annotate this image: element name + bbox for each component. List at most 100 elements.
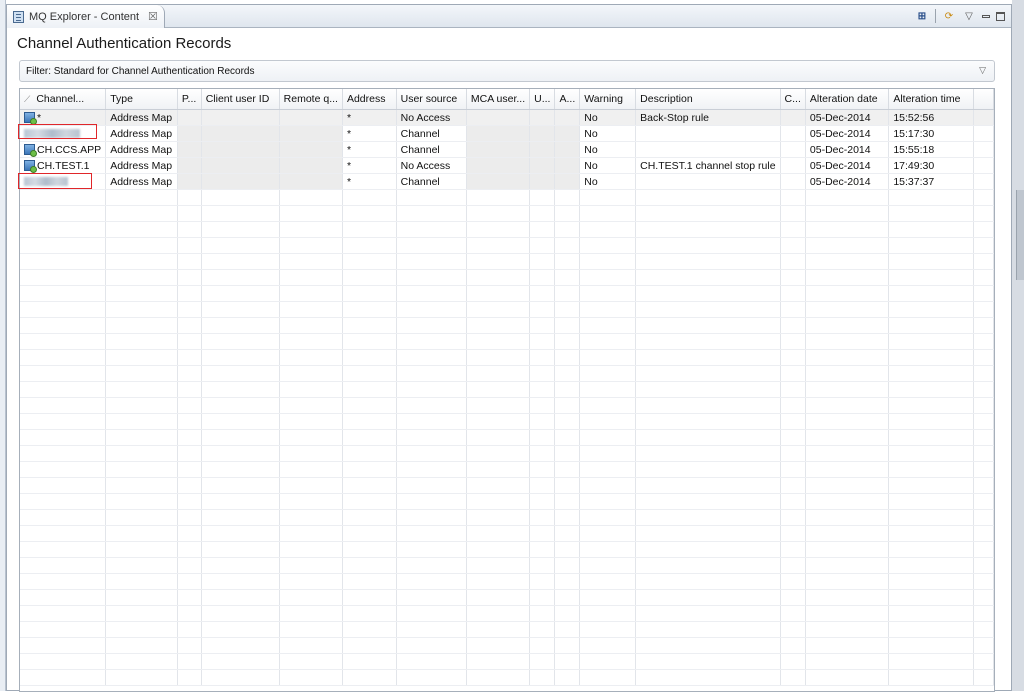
table-cell bbox=[579, 573, 637, 590]
close-tab-icon[interactable]: ☒ bbox=[148, 10, 158, 23]
table-cell bbox=[466, 381, 531, 398]
table-cell bbox=[342, 477, 397, 494]
column-header[interactable]: A... bbox=[554, 89, 581, 110]
column-header[interactable]: P... bbox=[177, 89, 202, 110]
table-cell bbox=[201, 525, 280, 542]
table-cell bbox=[973, 269, 994, 286]
chevron-down-icon[interactable]: ▽ bbox=[979, 65, 986, 76]
table-row bbox=[20, 253, 994, 270]
table-cell bbox=[201, 461, 280, 478]
table-cell bbox=[554, 461, 581, 478]
table-cell bbox=[973, 445, 994, 462]
column-header[interactable]: U... bbox=[529, 89, 556, 110]
view-menu-icon[interactable]: ▽ bbox=[962, 10, 976, 23]
table-row[interactable]: Address Map * Channel No 05-Dec-2014 15:37:37 bbox=[20, 173, 994, 190]
table-cell bbox=[529, 205, 556, 222]
table-cell bbox=[780, 253, 806, 270]
table-cell bbox=[554, 637, 581, 654]
table-cell: No bbox=[579, 141, 637, 158]
column-header[interactable]: ⟋ Channel... bbox=[20, 89, 107, 110]
table-row[interactable]: CH.TEST.1 Address Map * No Access No CH.TEST.… bbox=[20, 157, 994, 174]
table-cell bbox=[20, 669, 107, 686]
table-cell bbox=[20, 573, 107, 590]
table-cell bbox=[466, 349, 531, 366]
refresh-icon[interactable]: ⟳ bbox=[942, 10, 956, 23]
table-cell bbox=[805, 653, 890, 670]
table-cell bbox=[466, 509, 531, 526]
table-cell bbox=[554, 397, 581, 414]
column-header[interactable]: Type bbox=[105, 89, 178, 110]
column-header[interactable]: Address bbox=[342, 89, 397, 110]
column-header[interactable]: C... bbox=[780, 89, 806, 110]
table-cell bbox=[973, 157, 994, 174]
table-cell bbox=[177, 221, 202, 238]
column-config-icon[interactable]: ⊞ bbox=[915, 10, 929, 23]
table-cell bbox=[466, 333, 531, 350]
table-cell bbox=[888, 205, 975, 222]
table-row bbox=[20, 189, 994, 206]
table-row bbox=[20, 557, 994, 574]
column-header[interactable]: Remote q... bbox=[279, 89, 343, 110]
table-cell bbox=[279, 141, 343, 158]
table-cell bbox=[888, 445, 975, 462]
column-header[interactable]: Client user ID bbox=[201, 89, 280, 110]
table-cell: 05-Dec-2014 bbox=[805, 157, 890, 174]
table-cell bbox=[579, 317, 637, 334]
table-cell bbox=[342, 461, 397, 478]
table-cell bbox=[888, 525, 975, 542]
maximize-icon[interactable] bbox=[996, 11, 1005, 21]
table-cell bbox=[20, 365, 107, 382]
table-cell bbox=[342, 493, 397, 510]
column-header[interactable]: User source bbox=[396, 89, 467, 110]
table-cell bbox=[279, 429, 343, 446]
table-row[interactable]: CH.CCS.APP Address Map * Channel No 05-Dec-20… bbox=[20, 141, 994, 158]
content-view-icon bbox=[13, 10, 24, 23]
column-header[interactable]: Warning bbox=[579, 89, 637, 110]
table-cell bbox=[805, 301, 890, 318]
column-filler bbox=[973, 89, 994, 110]
table-cell bbox=[554, 413, 581, 430]
table-row[interactable]: * Address Map * No Access No Back-Stop rule 05… bbox=[20, 109, 994, 126]
column-header[interactable]: MCA user... bbox=[466, 89, 531, 110]
table-cell bbox=[579, 621, 637, 638]
filter-label: Filter: Standard for Channel Authenticat… bbox=[26, 65, 255, 77]
table-row bbox=[20, 237, 994, 254]
table-cell bbox=[529, 173, 556, 190]
table-cell bbox=[201, 205, 280, 222]
table-cell bbox=[973, 413, 994, 430]
minimize-icon[interactable] bbox=[982, 14, 990, 18]
table-cell bbox=[177, 381, 202, 398]
table-cell bbox=[635, 141, 781, 158]
table-cell bbox=[466, 125, 531, 142]
filter-selector[interactable]: Filter: Standard for Channel Authenticat… bbox=[19, 60, 995, 82]
table-cell bbox=[105, 653, 178, 670]
table-cell bbox=[201, 573, 280, 590]
column-header[interactable]: Alteration time bbox=[888, 89, 975, 110]
table-cell bbox=[635, 189, 781, 206]
tab-mq-explorer-content[interactable]: MQ Explorer - Content ☒ bbox=[7, 5, 165, 28]
table-cell bbox=[780, 557, 806, 574]
table-cell bbox=[554, 141, 581, 158]
table-cell bbox=[105, 381, 178, 398]
table-cell bbox=[780, 669, 806, 686]
table-cell bbox=[780, 541, 806, 558]
column-header[interactable]: Alteration date bbox=[805, 89, 890, 110]
table-cell bbox=[579, 477, 637, 494]
table-cell bbox=[780, 525, 806, 542]
table-cell bbox=[529, 669, 556, 686]
column-header[interactable]: Description bbox=[635, 89, 781, 110]
table-row[interactable]: Address Map * Channel No 05-Dec-2014 15:17:30 bbox=[20, 125, 994, 142]
table-cell bbox=[635, 605, 781, 622]
table-cell bbox=[579, 365, 637, 382]
table-cell bbox=[635, 301, 781, 318]
table-cell bbox=[805, 461, 890, 478]
table-cell bbox=[201, 269, 280, 286]
table-cell bbox=[973, 221, 994, 238]
table-cell bbox=[579, 221, 637, 238]
table-cell bbox=[973, 573, 994, 590]
table-cell bbox=[201, 141, 280, 158]
table-cell bbox=[888, 333, 975, 350]
table-cell bbox=[888, 253, 975, 270]
table-cell bbox=[780, 205, 806, 222]
table-cell bbox=[279, 189, 343, 206]
